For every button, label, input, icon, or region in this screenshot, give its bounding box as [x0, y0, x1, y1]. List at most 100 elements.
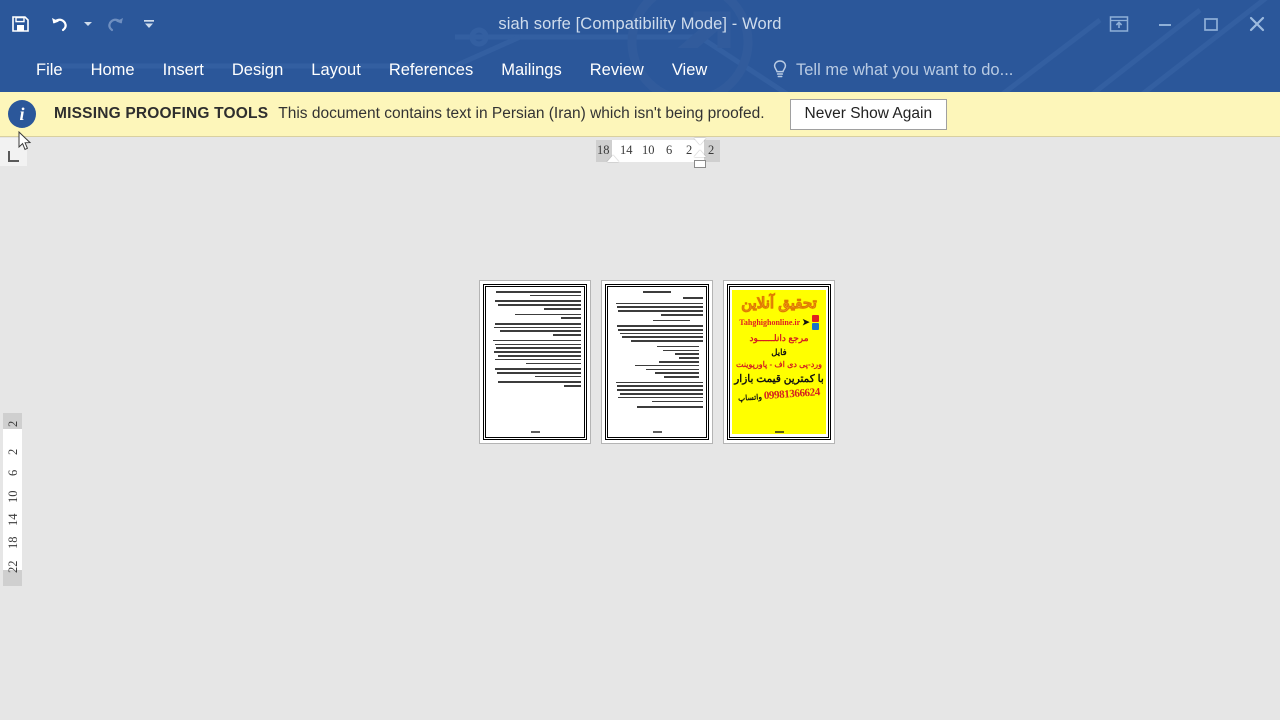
- paragraph: [611, 319, 703, 322]
- mouse-cursor: [18, 131, 32, 151]
- tab-file[interactable]: File: [22, 48, 77, 92]
- customize-quick-access-toolbar-button[interactable]: [136, 4, 162, 44]
- v-tick-22: 22: [6, 560, 20, 574]
- page-2-content: [611, 291, 703, 433]
- v-tick-14: 14: [6, 513, 20, 527]
- horizontal-ruler[interactable]: 18 14 10 6 2 2: [596, 138, 720, 168]
- paragraph: [611, 302, 703, 316]
- page-2[interactable]: [601, 280, 713, 444]
- chevron-down-icon: [144, 20, 154, 28]
- v-tick-2b: 2: [6, 448, 20, 455]
- tab-design[interactable]: Design: [218, 48, 297, 92]
- window-controls: [1096, 0, 1280, 48]
- page-2-number: [602, 431, 712, 433]
- h-tick-2a: 2: [686, 143, 693, 157]
- maximize-icon: [1204, 18, 1218, 31]
- page-2-heading: [611, 291, 703, 293]
- first-line-indent-marker[interactable]: [694, 138, 706, 145]
- minimize-button[interactable]: [1142, 1, 1188, 47]
- message-bar: i MISSING PROOFING TOOLS This document c…: [0, 92, 1280, 137]
- page-3[interactable]: تحقیق آنلاین Tahghighonline.ir ➤ مرجع دا…: [723, 280, 835, 444]
- ad-line-4: با کمترین قیمت بازار: [734, 372, 824, 385]
- redo-icon: [108, 18, 123, 32]
- ad-whatsapp-label: واتساپ: [737, 391, 763, 403]
- tab-mailings[interactable]: Mailings: [487, 48, 576, 92]
- tab-view[interactable]: View: [658, 48, 721, 92]
- word-window: siah sorfe [Compatibility Mode] - Word F…: [0, 0, 1280, 720]
- paragraph: [489, 291, 581, 297]
- info-icon: i: [8, 100, 36, 128]
- window-title: siah sorfe [Compatibility Mode] - Word: [498, 15, 782, 33]
- page-1-number: [480, 431, 590, 433]
- message-bar-title: MISSING PROOFING TOOLS: [54, 105, 269, 122]
- ribbon-display-options-button[interactable]: [1096, 1, 1142, 47]
- ribbon-tabs: File Home Insert Design Layout Reference…: [22, 48, 721, 92]
- advertisement: تحقیق آنلاین Tahghighonline.ir ➤ مرجع دا…: [732, 290, 826, 434]
- quick-access-toolbar: [0, 0, 162, 48]
- v-tick-2a: 2: [6, 420, 20, 427]
- tab-references[interactable]: References: [375, 48, 487, 92]
- ad-phone-number: 09981366624: [763, 385, 821, 402]
- h-tick-2b: 2: [708, 143, 715, 157]
- lightbulb-icon: [773, 60, 787, 78]
- title-bar-decoration: [455, 0, 1268, 48]
- close-button[interactable]: [1234, 1, 1280, 47]
- tab-home[interactable]: Home: [77, 48, 149, 92]
- undo-dropdown-button[interactable]: [80, 4, 96, 44]
- tell-me-search[interactable]: Tell me what you want to do...: [772, 48, 1013, 92]
- paragraph: [489, 313, 581, 319]
- tab-insert[interactable]: Insert: [149, 48, 218, 92]
- ad-line-2: فایل: [771, 346, 787, 357]
- ad-contact-row: 09981366624 واتساپ: [737, 385, 821, 404]
- page-thumbnails: تحقیق آنلاین Tahghighonline.ir ➤ مرجع دا…: [479, 280, 835, 444]
- paragraph: [489, 339, 581, 365]
- social-icons: [811, 314, 819, 330]
- page-3-number: [724, 431, 834, 433]
- paragraph: [611, 325, 703, 342]
- v-tick-10: 10: [6, 490, 20, 504]
- message-bar-text: This document contains text in Persian (…: [278, 105, 765, 122]
- ribbon-tab-row: File Home Insert Design Layout Reference…: [0, 48, 1280, 92]
- left-tab-stop-icon: [8, 151, 19, 162]
- h-tick-10: 10: [642, 143, 655, 157]
- close-icon: [1249, 16, 1265, 32]
- ad-brand: تحقیق آنلاین: [741, 295, 817, 312]
- bullet-list: [611, 345, 703, 378]
- tell-me-placeholder: Tell me what you want to do...: [796, 60, 1014, 79]
- paragraph: [489, 381, 581, 387]
- vertical-ruler[interactable]: 2 2 6 10 14 18 22: [3, 413, 22, 586]
- ad-url[interactable]: Tahghighonline.ir: [739, 318, 800, 327]
- chevron-down-icon: [84, 22, 92, 26]
- paragraph: [611, 297, 703, 299]
- ad-line-3: ورد-پی دی اف - پاورپوینت: [736, 359, 822, 369]
- ad-line-1: مرجع دانلــــــود: [749, 332, 809, 343]
- undo-icon: [52, 18, 67, 32]
- paragraph: [489, 300, 581, 310]
- paragraph: [611, 406, 703, 408]
- save-button[interactable]: [0, 4, 40, 44]
- right-indent-marker[interactable]: [694, 160, 706, 168]
- paragraph: [611, 381, 703, 403]
- undo-button[interactable]: [40, 4, 80, 44]
- h-tick-6: 6: [666, 143, 673, 157]
- v-tick-18: 18: [6, 536, 20, 550]
- page-1-content: [489, 291, 581, 433]
- ribbon-display-icon: [1109, 16, 1129, 32]
- left-indent-marker[interactable]: [607, 155, 619, 162]
- never-show-again-button[interactable]: Never Show Again: [789, 98, 948, 130]
- save-icon: [12, 16, 29, 32]
- tab-layout[interactable]: Layout: [297, 48, 375, 92]
- v-tick-6: 6: [6, 469, 20, 476]
- ad-url-row: Tahghighonline.ir ➤: [739, 314, 819, 330]
- title-bar: siah sorfe [Compatibility Mode] - Word: [0, 0, 1280, 48]
- arrow-left-icon: ➤: [802, 316, 810, 327]
- paragraph: [489, 322, 581, 336]
- maximize-button[interactable]: [1188, 1, 1234, 47]
- minimize-icon: [1159, 24, 1171, 26]
- redo-button: [96, 4, 136, 44]
- h-tick-14: 14: [620, 143, 633, 157]
- page-1[interactable]: [479, 280, 591, 444]
- vertical-ruler-ticks: 2 2 6 10 14 18 22: [3, 413, 22, 586]
- hanging-indent-marker[interactable]: [694, 150, 706, 157]
- tab-review[interactable]: Review: [576, 48, 658, 92]
